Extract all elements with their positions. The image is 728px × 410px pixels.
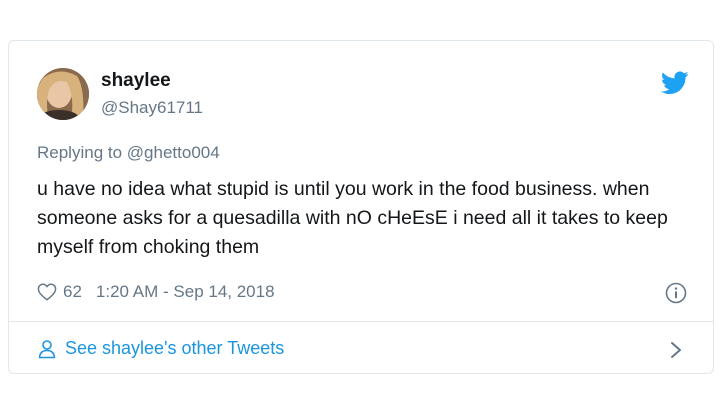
avatar[interactable] [37,68,89,120]
see-other-tweets-link[interactable]: See shaylee's other Tweets [37,338,284,359]
tweet-card: shaylee @Shay61711 Replying to @ghetto00… [8,40,714,374]
author-handle[interactable]: @Shay61711 [101,98,203,118]
replying-to-label: Replying to [37,143,123,162]
replying-to: Replying to @ghetto004 [37,143,220,163]
heart-icon[interactable] [37,283,57,301]
see-other-tweets-label: See shaylee's other Tweets [65,338,285,358]
avatar-image [37,68,89,120]
tweet-text: u have no idea what stupid is until you … [37,178,668,258]
info-icon[interactable] [665,282,687,304]
person-icon [38,339,56,358]
author-display-name[interactable]: shaylee [101,70,171,92]
twitter-bird-icon[interactable] [661,71,689,95]
like-count[interactable]: 62 [63,282,82,302]
divider [9,321,713,322]
reply-mention-link[interactable]: @ghetto004 [127,143,220,162]
tweet-meta: 62 1:20 AM - Sep 14, 2018 [37,282,275,302]
tweet-timestamp[interactable]: 1:20 AM - Sep 14, 2018 [96,282,275,302]
chevron-right-icon[interactable] [669,340,683,360]
